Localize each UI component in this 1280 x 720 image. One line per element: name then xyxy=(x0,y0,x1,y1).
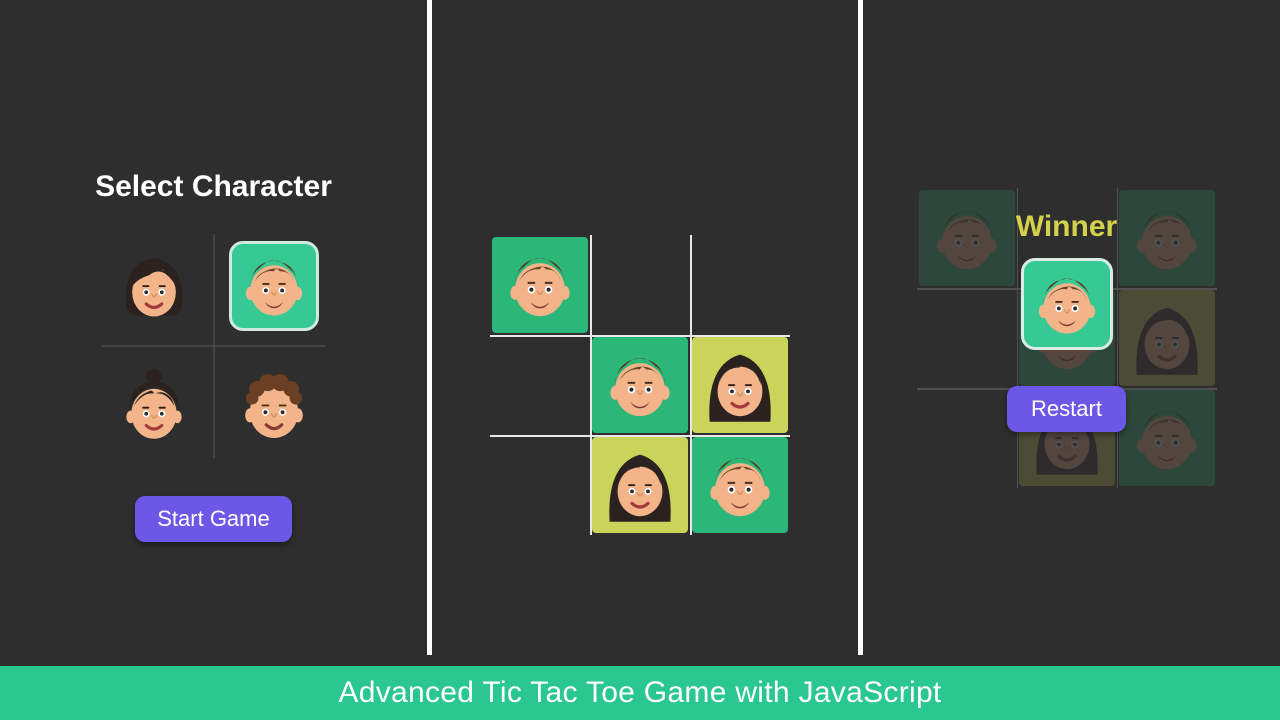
footer-banner: Advanced Tic Tac Toe Game with JavaScrip… xyxy=(0,666,1280,720)
start-game-button[interactable]: Start Game xyxy=(135,496,291,542)
board-cell[interactable] xyxy=(490,335,590,435)
game-board xyxy=(490,235,790,535)
avatar-icon xyxy=(700,345,780,425)
panel-divider xyxy=(858,0,863,655)
avatar-icon xyxy=(115,247,193,325)
winner-avatar-tile xyxy=(1021,258,1113,350)
avatar-icon xyxy=(601,346,679,424)
board-cell[interactable] xyxy=(690,235,790,335)
board-cell[interactable] xyxy=(690,335,790,435)
avatar-icon xyxy=(237,249,311,323)
character-option-man-curly-brown[interactable] xyxy=(214,346,334,466)
board-cell[interactable] xyxy=(690,435,790,535)
avatar-icon xyxy=(701,446,779,524)
avatar-icon xyxy=(235,367,313,445)
character-option-woman-bun[interactable] xyxy=(94,346,214,466)
avatar-icon xyxy=(1030,267,1104,341)
board-cell[interactable] xyxy=(590,335,690,435)
board-cell[interactable] xyxy=(590,435,690,535)
board-cell[interactable] xyxy=(490,235,590,335)
winner-title: Winner xyxy=(853,210,1280,244)
avatar-icon xyxy=(115,367,193,445)
panel-divider xyxy=(427,0,432,655)
restart-button[interactable]: Restart xyxy=(1007,386,1126,432)
panel-winner: Winner Restart xyxy=(853,0,1280,720)
select-character-title: Select Character xyxy=(0,170,427,204)
character-option-man-short-brown[interactable] xyxy=(214,226,334,346)
footer-title: Advanced Tic Tac Toe Game with JavaScrip… xyxy=(338,676,941,710)
character-select-grid xyxy=(94,226,334,466)
avatar-icon xyxy=(501,246,579,324)
board-cell[interactable] xyxy=(590,235,690,335)
board-cell[interactable] xyxy=(490,435,590,535)
panel-select-character: Select Character Start Game xyxy=(0,0,427,720)
character-option-woman-short-bob[interactable] xyxy=(94,226,214,346)
panel-game-board xyxy=(427,0,853,720)
avatar-icon xyxy=(600,445,680,525)
